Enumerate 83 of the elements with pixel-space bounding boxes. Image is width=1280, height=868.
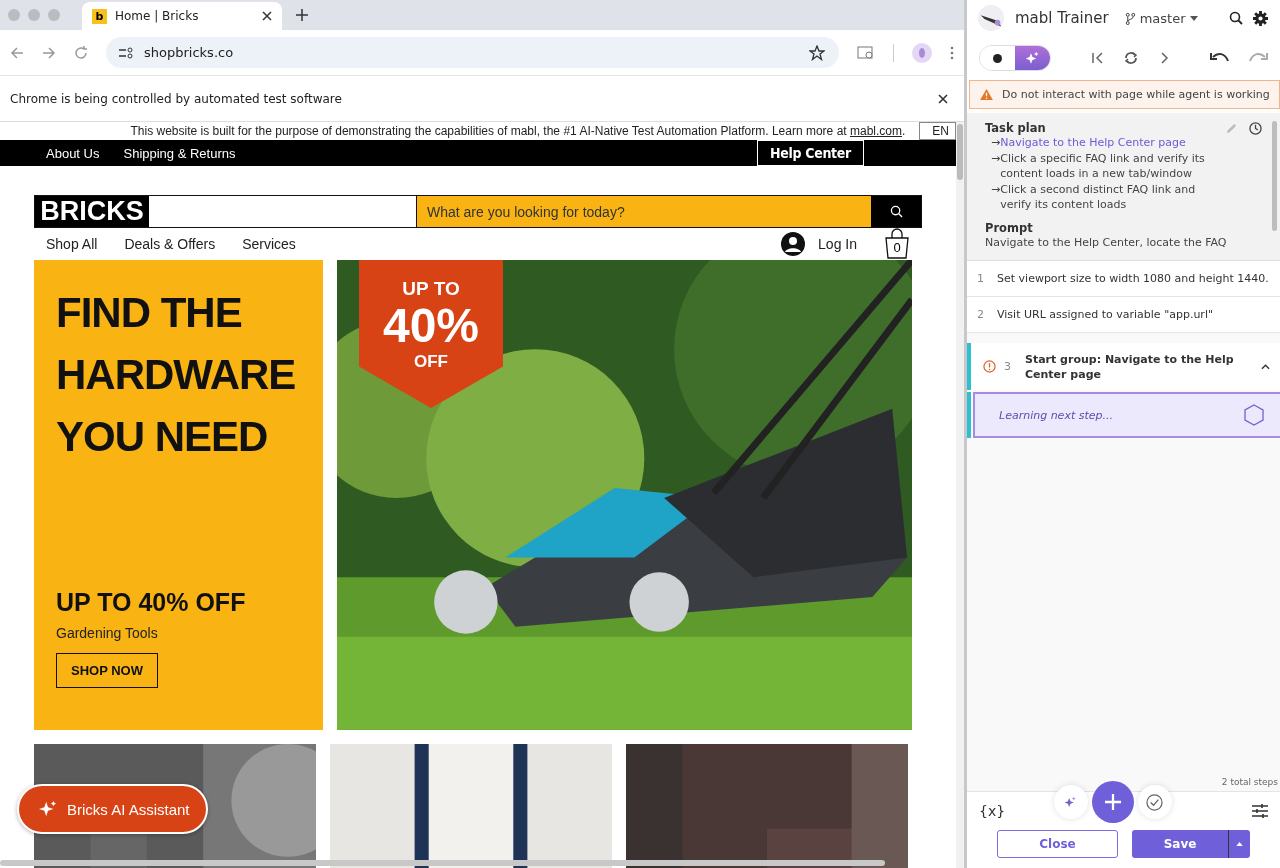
test-step-row[interactable]: 2 Visit URL assigned to variable "app.url" — [967, 297, 1280, 333]
search-icon[interactable] — [1229, 11, 1243, 25]
task-plan-item: Navigate to the Help Center page — [1000, 135, 1187, 151]
caret-icon — [1189, 15, 1198, 21]
save-button[interactable]: Save — [1132, 830, 1228, 858]
plus-icon — [1104, 794, 1121, 810]
top-nav-link[interactable]: Shipping & Returns — [123, 145, 236, 161]
address-bar[interactable]: shopbricks.co — [106, 37, 839, 68]
ai-mode-button[interactable] — [1015, 46, 1050, 70]
user-avatar-icon — [781, 232, 806, 256]
bookmark-star-icon[interactable] — [809, 44, 825, 61]
main-nav-link[interactable]: Deals & Offers — [124, 236, 216, 252]
arrow-bullet: → — [991, 150, 1001, 166]
test-step-row[interactable]: 1 Set viewport size to width 1080 and height 1440. — [967, 261, 1280, 297]
help-center-button[interactable]: Help Center — [756, 140, 864, 166]
tab-search-icon[interactable] — [857, 45, 875, 60]
arrow-bullet: → — [991, 181, 1001, 197]
total-steps-count: 2 total steps — [1220, 777, 1279, 789]
sparkle-icon — [1064, 795, 1078, 809]
mabl-link[interactable]: mabl.com — [849, 124, 902, 138]
task-plan-heading: Task plan — [985, 121, 1046, 135]
skip-to-start-icon[interactable] — [1090, 51, 1105, 65]
cart-count: 0 — [892, 240, 902, 255]
task-plan-item: Click a specific FAQ link and verify its content loads in a new tab/window — [1000, 150, 1206, 182]
replay-icon[interactable] — [1122, 50, 1139, 66]
arrow-bullet: → — [991, 135, 1001, 151]
record-dot-icon — [993, 53, 1002, 63]
close-button[interactable]: Close — [997, 830, 1118, 858]
mabl-logo-icon — [977, 4, 1005, 32]
reload-icon[interactable] — [74, 45, 88, 60]
check-circle-icon — [1146, 793, 1164, 811]
variables-button[interactable]: {x} — [979, 803, 1006, 819]
tab-title: Home | Bricks — [115, 9, 200, 23]
chevron-icon[interactable] — [1261, 363, 1270, 370]
assertion-button[interactable] — [1137, 785, 1172, 819]
sliders-icon[interactable] — [1252, 804, 1268, 818]
ai-assistant-button[interactable]: Bricks AI Assistant — [17, 784, 208, 834]
top-nav-link[interactable]: About Us — [46, 145, 100, 161]
favicon-icon: b — [92, 8, 107, 24]
sparkle-icon — [1025, 50, 1040, 66]
offer-subtitle: Gardening Tools — [56, 624, 159, 641]
log-in-link[interactable]: Log In — [818, 236, 857, 252]
group-step-row[interactable]: 3 Start group: Navigate to the Help Center page — [967, 343, 1280, 390]
shop-now-button[interactable]: SHOP NOW — [56, 652, 158, 688]
back-icon[interactable] — [10, 45, 24, 60]
offer-heading: UP TO 40% OFF — [56, 587, 247, 617]
caret-icon — [1236, 842, 1243, 846]
warning-banner: Do not interact with page while agent is working — [969, 80, 1280, 109]
new-tab-icon[interactable] — [296, 9, 308, 21]
prompt-text: Navigate to the Help Center, locate the FAQ — [985, 235, 1228, 250]
scrollbar-thumb[interactable] — [0, 860, 885, 866]
demo-banner-text: This website is built for the purpose of demonstrating the capabilities of mabl, the #1 AI-Native Test Automation Platform. Learn more at mabl.com. — [130, 124, 906, 138]
badge-bottom-text: OFF — [414, 352, 448, 372]
task-plan-item: Click a second distinct FAQ link and verify its content loads — [1000, 181, 1197, 213]
automation-notice: Chrome is being controlled by automated test software — [10, 91, 342, 106]
trainer-title: mabl Trainer — [1015, 9, 1109, 27]
browser-tab[interactable]: b Home | Bricks — [82, 2, 282, 30]
badge-percent-text: 40% — [382, 300, 480, 352]
scrollbar-thumb[interactable] — [957, 124, 963, 180]
sparkle-icon — [39, 800, 57, 818]
scrollbar-thumb[interactable] — [1272, 121, 1277, 231]
prompt-heading: Prompt — [985, 220, 1034, 235]
close-icon[interactable] — [262, 11, 272, 21]
more-menu-icon[interactable] — [950, 45, 954, 60]
badge-top-text: UP TO — [402, 278, 460, 300]
close-icon[interactable] — [938, 93, 948, 104]
settings-icon[interactable] — [1253, 10, 1268, 26]
main-nav-link[interactable]: Shop All — [46, 236, 98, 252]
branch-icon — [1124, 11, 1136, 25]
add-step-button[interactable] — [1091, 781, 1134, 823]
save-options-button[interactable] — [1228, 830, 1250, 858]
hexagon-icon — [1244, 404, 1264, 426]
main-nav-link[interactable]: Services — [242, 236, 296, 252]
site-settings-icon[interactable] — [118, 45, 134, 60]
forward-icon[interactable] — [42, 45, 56, 60]
language-selector[interactable]: EN — [919, 122, 956, 140]
branch-selector[interactable]: master — [1124, 10, 1198, 26]
warning-icon — [980, 89, 993, 100]
hero-title: FIND THE HARDWARE YOU NEED — [56, 288, 297, 462]
clock-icon[interactable] — [1249, 121, 1262, 135]
learning-step-row: Learning next step... — [967, 392, 1280, 438]
address-text: shopbricks.co — [144, 45, 235, 60]
profile-avatar-icon[interactable] — [912, 42, 932, 63]
